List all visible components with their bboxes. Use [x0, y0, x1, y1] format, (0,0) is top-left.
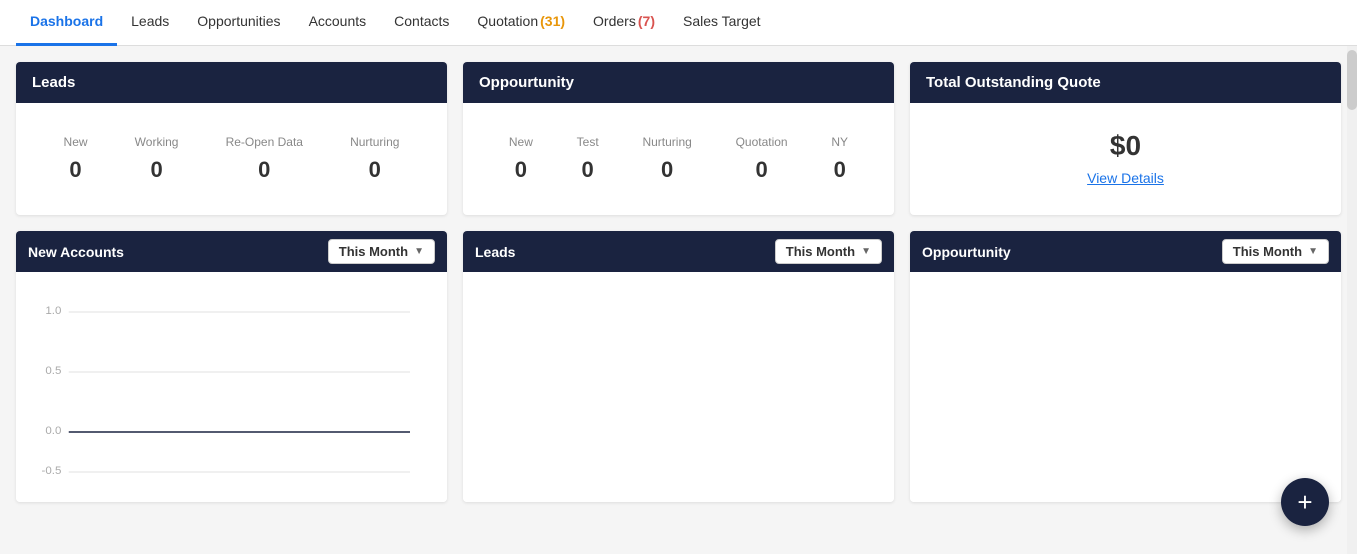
- opp-ny-value: 0: [831, 157, 848, 183]
- opp-quotation-value: 0: [736, 157, 788, 183]
- opp-test-label: Test: [577, 135, 599, 149]
- new-accounts-svg: 1.0 0.5 0.0 -0.5: [32, 284, 431, 484]
- chevron-down-icon: ▼: [1308, 246, 1318, 257]
- nav-bar: Dashboard Leads Opportunities Accounts C…: [0, 0, 1357, 46]
- opp-quotation-label: Quotation: [736, 135, 788, 149]
- leads-card-body: New 0 Working 0 Re-Open Data 0 Nurturing…: [16, 103, 447, 215]
- fab-icon: +: [1297, 487, 1312, 518]
- nav-dashboard-label: Dashboard: [30, 13, 103, 29]
- svg-text:0.5: 0.5: [45, 365, 61, 377]
- view-details-link[interactable]: View Details: [1087, 170, 1164, 186]
- opp-nurturing-value: 0: [642, 157, 691, 183]
- chevron-down-icon: ▼: [861, 246, 871, 257]
- opp-new-value: 0: [509, 157, 533, 183]
- leads-stat-working: Working 0: [135, 135, 179, 183]
- nav-contacts[interactable]: Contacts: [380, 0, 463, 46]
- new-accounts-dropdown-label: This Month: [339, 244, 408, 259]
- opp-new-label: New: [509, 135, 533, 149]
- opportunity-card-header: Oppourtunity: [463, 62, 894, 103]
- orders-badge: (7): [638, 13, 655, 29]
- scrollbar-track[interactable]: [1347, 46, 1357, 554]
- opportunity-chart-body: [910, 272, 1341, 502]
- opp-nurturing-label: Nurturing: [642, 135, 691, 149]
- opportunity-chart-dropdown[interactable]: This Month ▼: [1222, 239, 1329, 264]
- outstanding-card-header: Total Outstanding Quote: [910, 62, 1341, 103]
- fab-button[interactable]: +: [1281, 478, 1329, 526]
- opportunity-chart-card: Oppourtunity This Month ▼: [910, 231, 1341, 502]
- outstanding-card: Total Outstanding Quote $0 View Details: [910, 62, 1341, 215]
- leads-stats-row: New 0 Working 0 Re-Open Data 0 Nurturing…: [32, 119, 431, 199]
- nav-sales-target-label: Sales Target: [683, 13, 761, 29]
- opp-ny-label: NY: [831, 135, 848, 149]
- nav-accounts-label: Accounts: [309, 13, 367, 29]
- nav-dashboard[interactable]: Dashboard: [16, 0, 117, 46]
- svg-text:1.0: 1.0: [45, 305, 61, 317]
- leads-new-label: New: [64, 135, 88, 149]
- nav-leads[interactable]: Leads: [117, 0, 183, 46]
- leads-chart-body: [463, 272, 894, 502]
- leads-chart-dropdown[interactable]: This Month ▼: [775, 239, 882, 264]
- opportunity-summary-card: Oppourtunity New 0 Test 0 Nurturing 0: [463, 62, 894, 215]
- leads-card-header: Leads: [16, 62, 447, 103]
- opportunity-card-body: New 0 Test 0 Nurturing 0 Quotation 0: [463, 103, 894, 215]
- leads-chart-card: Leads This Month ▼: [463, 231, 894, 502]
- leads-working-value: 0: [135, 157, 179, 183]
- nav-orders[interactable]: Orders (7): [579, 0, 669, 46]
- leads-nurturing-label: Nurturing: [350, 135, 399, 149]
- opportunity-card-title: Oppourtunity: [479, 74, 574, 91]
- opportunity-chart-title: Oppourtunity: [922, 244, 1011, 260]
- nav-accounts[interactable]: Accounts: [295, 0, 381, 46]
- new-accounts-chart: 1.0 0.5 0.0 -0.5: [32, 284, 431, 484]
- nav-opportunities[interactable]: Opportunities: [183, 0, 294, 46]
- new-accounts-card: New Accounts This Month ▼ 1.0 0.5 0.0 -0…: [16, 231, 447, 502]
- opp-stat-new: New 0: [509, 135, 533, 183]
- leads-nurturing-value: 0: [350, 157, 399, 183]
- nav-quotation[interactable]: Quotation (31): [463, 0, 579, 46]
- opp-stat-quotation: Quotation 0: [736, 135, 788, 183]
- nav-leads-label: Leads: [131, 13, 169, 29]
- opportunity-stats-row: New 0 Test 0 Nurturing 0 Quotation 0: [479, 119, 878, 199]
- outstanding-card-body: $0 View Details: [910, 103, 1341, 213]
- opportunity-chart-header: Oppourtunity This Month ▼: [910, 231, 1341, 272]
- leads-stat-new: New 0: [64, 135, 88, 183]
- opp-stat-ny: NY 0: [831, 135, 848, 183]
- svg-text:0.0: 0.0: [45, 425, 61, 437]
- leads-reopen-label: Re-Open Data: [226, 135, 303, 149]
- bottom-card-row: New Accounts This Month ▼ 1.0 0.5 0.0 -0…: [16, 231, 1341, 502]
- nav-sales-target[interactable]: Sales Target: [669, 0, 775, 46]
- chevron-down-icon: ▼: [414, 246, 424, 257]
- top-card-row: Leads New 0 Working 0 Re-Open Data 0: [16, 62, 1341, 215]
- leads-summary-card: Leads New 0 Working 0 Re-Open Data 0: [16, 62, 447, 215]
- outstanding-amount: $0: [1110, 130, 1141, 162]
- leads-stat-reopen: Re-Open Data 0: [226, 135, 303, 183]
- leads-reopen-value: 0: [226, 157, 303, 183]
- opp-stat-nurturing: Nurturing 0: [642, 135, 691, 183]
- new-accounts-title: New Accounts: [28, 244, 124, 260]
- leads-chart-header: Leads This Month ▼: [463, 231, 894, 272]
- opp-stat-test: Test 0: [577, 135, 599, 183]
- new-accounts-card-header: New Accounts This Month ▼: [16, 231, 447, 272]
- main-content: Leads New 0 Working 0 Re-Open Data 0: [0, 46, 1357, 534]
- quotation-badge: (31): [540, 13, 565, 29]
- leads-card-title: Leads: [32, 74, 75, 91]
- svg-text:-0.5: -0.5: [42, 465, 62, 477]
- nav-orders-label: Orders: [593, 13, 636, 29]
- new-accounts-chart-body: 1.0 0.5 0.0 -0.5: [16, 272, 447, 502]
- nav-contacts-label: Contacts: [394, 13, 449, 29]
- scrollbar-thumb[interactable]: [1347, 50, 1357, 110]
- leads-chart-dropdown-label: This Month: [786, 244, 855, 259]
- new-accounts-dropdown[interactable]: This Month ▼: [328, 239, 435, 264]
- leads-stat-nurturing: Nurturing 0: [350, 135, 399, 183]
- nav-quotation-label: Quotation: [477, 13, 538, 29]
- leads-new-value: 0: [64, 157, 88, 183]
- leads-working-label: Working: [135, 135, 179, 149]
- opp-test-value: 0: [577, 157, 599, 183]
- nav-opportunities-label: Opportunities: [197, 13, 280, 29]
- opportunity-chart-dropdown-label: This Month: [1233, 244, 1302, 259]
- outstanding-card-title: Total Outstanding Quote: [926, 74, 1101, 91]
- leads-chart-title: Leads: [475, 244, 515, 260]
